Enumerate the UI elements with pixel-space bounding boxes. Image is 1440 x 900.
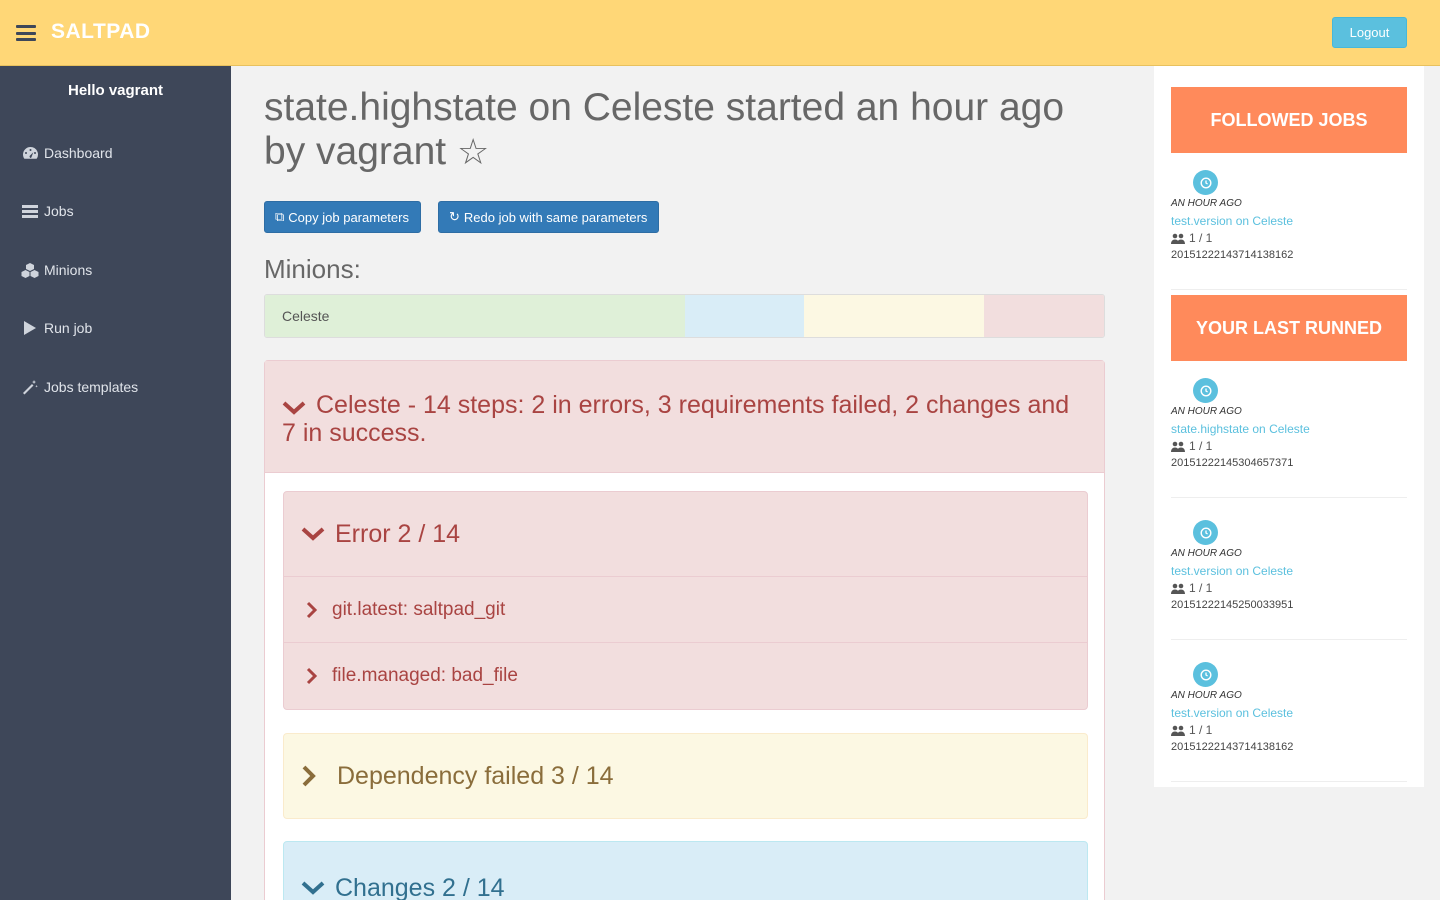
followed-job-card: AN HOUR AGO test.version on Celeste 1 / … bbox=[1171, 170, 1407, 290]
minion-summary-text: Celeste - 14 steps: 2 in errors, 3 requi… bbox=[282, 391, 1070, 447]
last-job-card: AN HOUR AGO test.version on Celeste 1 / … bbox=[1171, 520, 1407, 640]
tasks-icon bbox=[21, 203, 39, 219]
logout-button[interactable]: Logout bbox=[1332, 17, 1407, 48]
changes-group-header[interactable]: Changes 2 / 14 bbox=[284, 842, 1087, 900]
user-greeting: Hello vagrant bbox=[67, 82, 164, 99]
refresh-icon: ↻ bbox=[449, 209, 460, 224]
dashboard-icon bbox=[21, 145, 39, 161]
job-count-text: 1 / 1 bbox=[1189, 723, 1213, 737]
copy-job-parameters-label: Copy job parameters bbox=[288, 209, 409, 225]
dependency-failed-group-header[interactable]: Dependency failed 3 / 14 bbox=[284, 734, 1087, 818]
page-title: state.highstate on Celeste started an ho… bbox=[264, 86, 1104, 174]
brand-logo[interactable]: SALTPAD bbox=[51, 20, 151, 44]
minion-bar-segment-errors bbox=[984, 295, 1104, 337]
minion-bar-segment-requirements-failed bbox=[804, 295, 985, 337]
last-job-card: AN HOUR AGO state.highstate on Celeste 1… bbox=[1171, 378, 1407, 498]
top-navbar: SALTPAD Logout bbox=[0, 0, 1440, 66]
job-count-text: 1 / 1 bbox=[1189, 231, 1213, 245]
clock-icon bbox=[1193, 662, 1218, 687]
job-id: 20151222143714138162 bbox=[1171, 741, 1294, 753]
error-group-title: Error 2 / 14 bbox=[335, 519, 461, 548]
dependency-failed-group-panel: Dependency failed 3 / 14 bbox=[283, 733, 1088, 819]
job-minion-count: 1 / 1 bbox=[1171, 439, 1212, 453]
last-job-card: AN HOUR AGO test.version on Celeste 1 / … bbox=[1171, 662, 1407, 782]
error-group-panel: Error 2 / 14 git.latest: saltpad_git fil… bbox=[283, 491, 1088, 710]
minion-summary-header[interactable]: Celeste - 14 steps: 2 in errors, 3 requi… bbox=[265, 361, 1104, 473]
right-sidebar: FOLLOWED JOBS AN HOUR AGO test.version o… bbox=[1154, 66, 1424, 787]
play-icon bbox=[21, 320, 39, 336]
job-time: AN HOUR AGO bbox=[1171, 548, 1242, 559]
job-minion-count: 1 / 1 bbox=[1171, 231, 1212, 245]
job-minion-count: 1 / 1 bbox=[1171, 581, 1212, 595]
dependency-failed-group-title: Dependency failed 3 / 14 bbox=[337, 761, 614, 790]
redo-job-button[interactable]: ↻ Redo job with same parameters bbox=[438, 201, 660, 233]
job-time: AN HOUR AGO bbox=[1171, 198, 1242, 209]
job-time: AN HOUR AGO bbox=[1171, 690, 1242, 701]
magic-wand-icon bbox=[21, 379, 39, 395]
copy-icon: ⧉ bbox=[275, 209, 285, 224]
sidebar-item-label: Jobs templates bbox=[44, 379, 139, 395]
sidebar-item-label: Dashboard bbox=[44, 145, 113, 161]
sidebar-item-minions[interactable]: Minions bbox=[21, 258, 92, 282]
menu-toggle-icon[interactable] bbox=[16, 25, 36, 41]
users-icon bbox=[1171, 583, 1185, 594]
job-link[interactable]: test.version on Celeste bbox=[1171, 214, 1293, 228]
clock-icon bbox=[1193, 170, 1218, 195]
sidebar-item-dashboard[interactable]: Dashboard bbox=[21, 141, 113, 165]
star-icon[interactable]: ☆ bbox=[457, 131, 489, 172]
chevron-right-icon bbox=[306, 667, 320, 685]
chevron-right-icon bbox=[301, 765, 323, 787]
clock-icon bbox=[1193, 378, 1218, 403]
job-count-text: 1 / 1 bbox=[1189, 581, 1213, 595]
sidebar-item-label: Run job bbox=[44, 320, 93, 336]
minion-name: Celeste bbox=[282, 308, 330, 324]
chevron-down-icon bbox=[282, 400, 306, 416]
users-icon bbox=[1171, 725, 1185, 736]
cubes-icon bbox=[21, 262, 39, 278]
job-id: 20151222145304657371 bbox=[1171, 457, 1294, 469]
sidebar-item-run-job[interactable]: Run job bbox=[21, 316, 92, 340]
followed-jobs-header: FOLLOWED JOBS bbox=[1171, 87, 1407, 153]
error-item[interactable]: git.latest: saltpad_git bbox=[284, 576, 1087, 642]
redo-job-label: Redo job with same parameters bbox=[463, 209, 648, 225]
sidebar-item-label: Minions bbox=[44, 262, 93, 278]
error-group-header[interactable]: Error 2 / 14 bbox=[284, 492, 1087, 576]
changes-group-panel: Changes 2 / 14 bbox=[283, 841, 1088, 900]
job-id: 20151222145250033951 bbox=[1171, 599, 1294, 611]
chevron-right-icon bbox=[306, 601, 320, 619]
job-link[interactable]: test.version on Celeste bbox=[1171, 706, 1293, 720]
job-minion-count: 1 / 1 bbox=[1171, 723, 1212, 737]
copy-job-parameters-button[interactable]: ⧉ Copy job parameters bbox=[264, 201, 421, 233]
sidebar-item-jobs-templates[interactable]: Jobs templates bbox=[21, 375, 138, 399]
sidebar-item-jobs[interactable]: Jobs bbox=[21, 199, 74, 223]
minions-heading: Minions: bbox=[264, 254, 361, 284]
job-link[interactable]: state.highstate on Celeste bbox=[1171, 422, 1310, 436]
changes-group-title: Changes 2 / 14 bbox=[335, 873, 505, 900]
job-time: AN HOUR AGO bbox=[1171, 406, 1242, 417]
job-count-text: 1 / 1 bbox=[1189, 439, 1213, 453]
minion-bar-segment-changes bbox=[684, 295, 805, 337]
sidebar: Hello vagrant Dashboard Jobs Minions Run… bbox=[0, 66, 231, 900]
error-item-label: git.latest: saltpad_git bbox=[332, 598, 506, 620]
minion-results-panel: Celeste - 14 steps: 2 in errors, 3 requi… bbox=[264, 360, 1105, 900]
error-item-label: file.managed: bad_file bbox=[332, 664, 518, 686]
error-item[interactable]: file.managed: bad_file bbox=[284, 642, 1087, 708]
users-icon bbox=[1171, 441, 1185, 452]
minion-status-bar[interactable]: Celeste bbox=[264, 294, 1105, 338]
job-link[interactable]: test.version on Celeste bbox=[1171, 564, 1293, 578]
chevron-down-icon bbox=[301, 526, 325, 542]
last-runned-header: YOUR LAST RUNNED bbox=[1171, 295, 1407, 361]
page-title-text: state.highstate on Celeste started an ho… bbox=[264, 86, 1065, 173]
sidebar-item-label: Jobs bbox=[44, 203, 74, 219]
clock-icon bbox=[1193, 520, 1218, 545]
chevron-down-icon bbox=[301, 880, 325, 896]
users-icon bbox=[1171, 233, 1185, 244]
job-id: 20151222143714138162 bbox=[1171, 249, 1294, 261]
